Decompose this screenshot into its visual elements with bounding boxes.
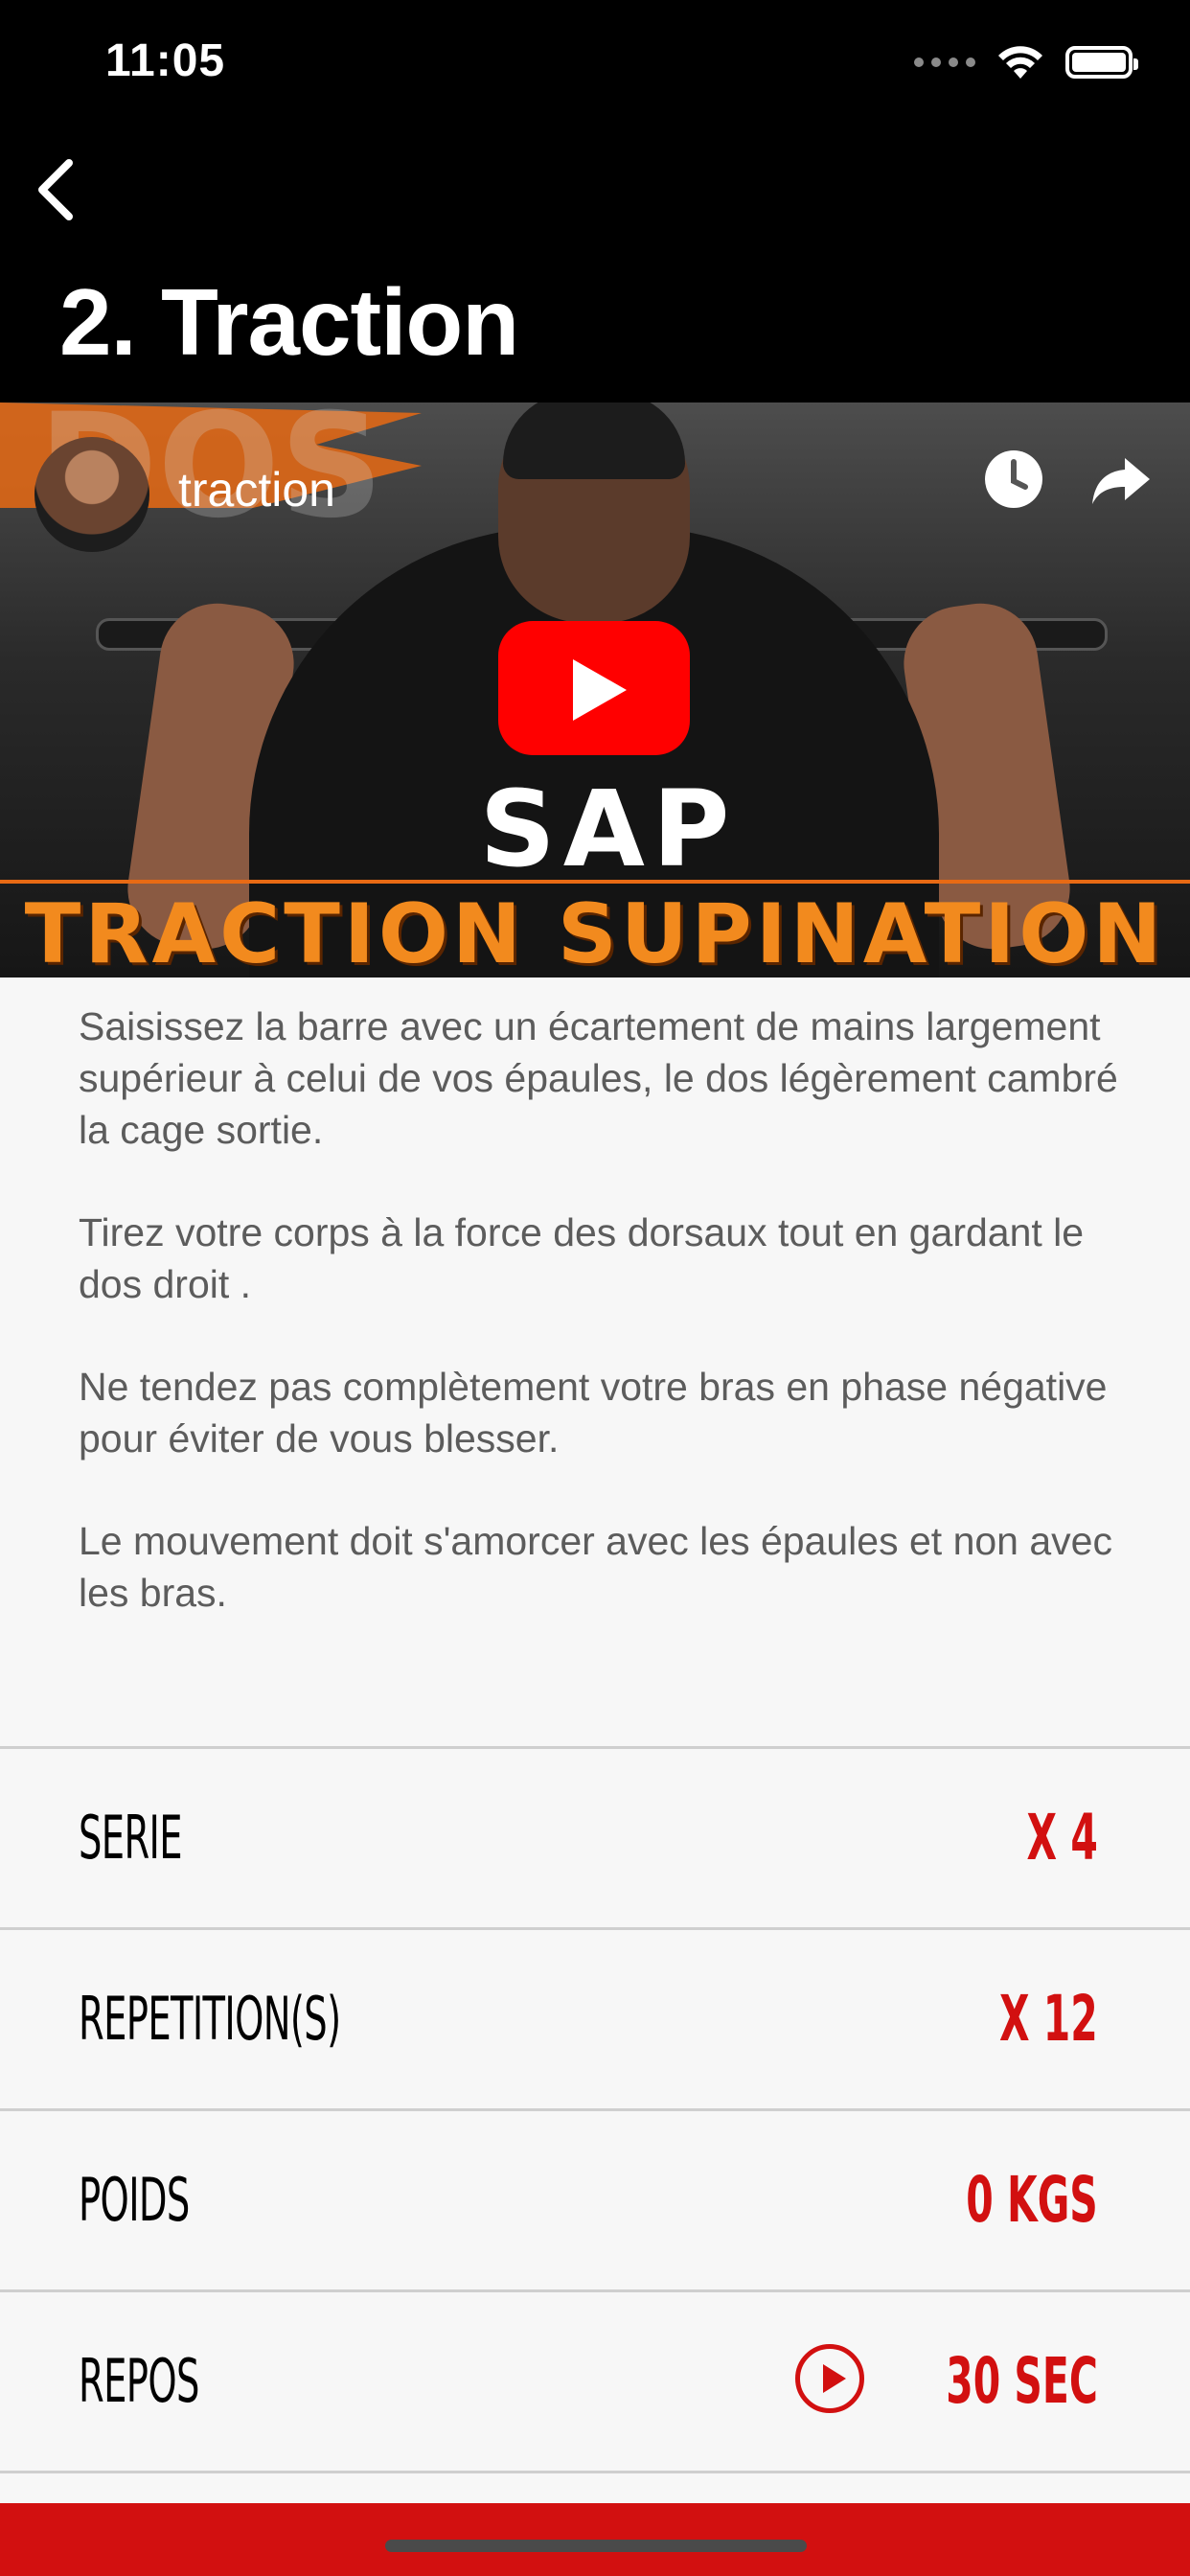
title-divider <box>0 880 1190 884</box>
page-title: 2. Traction <box>59 269 519 375</box>
stat-value: 0 KGS <box>966 2163 1098 2237</box>
description-paragraph: Saisissez la barre avec un écartement de… <box>79 1004 1118 1152</box>
status-icons <box>914 44 1138 80</box>
video-actions <box>983 448 1152 510</box>
stat-row-repos[interactable]: REPOS 30 SEC <box>0 2292 1190 2473</box>
header-bar: 11:05 2. Traction <box>0 0 1190 402</box>
video-player[interactable]: DOS SAP TRACTION SUPINATION traction <box>0 402 1190 978</box>
stat-row-serie: SERIE X 4 <box>0 1749 1190 1930</box>
play-icon[interactable] <box>498 621 690 755</box>
back-chevron-icon[interactable] <box>27 151 84 228</box>
athlete-hair <box>503 402 685 479</box>
stat-label: REPOS <box>79 2346 199 2416</box>
description-paragraph: Ne tendez pas complètement votre bras en… <box>79 1365 1108 1460</box>
status-time: 11:05 <box>105 35 226 86</box>
signal-icon <box>914 58 975 67</box>
exercise-description: Saisissez la barre avec un écartement de… <box>79 1000 1123 1669</box>
home-indicator <box>385 2540 807 2552</box>
stat-row-poids: POIDS 0 KGS <box>0 2111 1190 2292</box>
channel-avatar[interactable] <box>34 437 149 552</box>
video-overlay-title: TRACTION SUPINATION <box>24 886 1166 978</box>
description-paragraph: Tirez votre corps à la force des dorsaux… <box>79 1210 1085 1306</box>
share-icon[interactable] <box>1090 448 1152 510</box>
battery-icon <box>1065 46 1138 79</box>
exercise-stats: SERIE X 4 REPETITION(S) X 12 POIDS 0 KGS… <box>0 1746 1190 2473</box>
stat-value: 30 SEC <box>946 2344 1098 2418</box>
video-title[interactable]: traction <box>178 462 335 518</box>
watch-later-icon[interactable] <box>983 448 1044 510</box>
wifi-icon <box>998 46 1042 79</box>
stat-label: REPETITION(S) <box>79 1984 341 2054</box>
description-paragraph: Le mouvement doit s'amorcer avec les épa… <box>79 1519 1112 1615</box>
stat-value: X 4 <box>1026 1801 1098 1874</box>
play-timer-icon[interactable] <box>795 2344 864 2413</box>
shirt-logo: SAP <box>479 768 738 890</box>
stat-row-repetitions: REPETITION(S) X 12 <box>0 1930 1190 2111</box>
stat-label: SERIE <box>79 1803 183 1873</box>
stat-label: POIDS <box>79 2165 190 2235</box>
stat-value: X 12 <box>999 1982 1098 2056</box>
